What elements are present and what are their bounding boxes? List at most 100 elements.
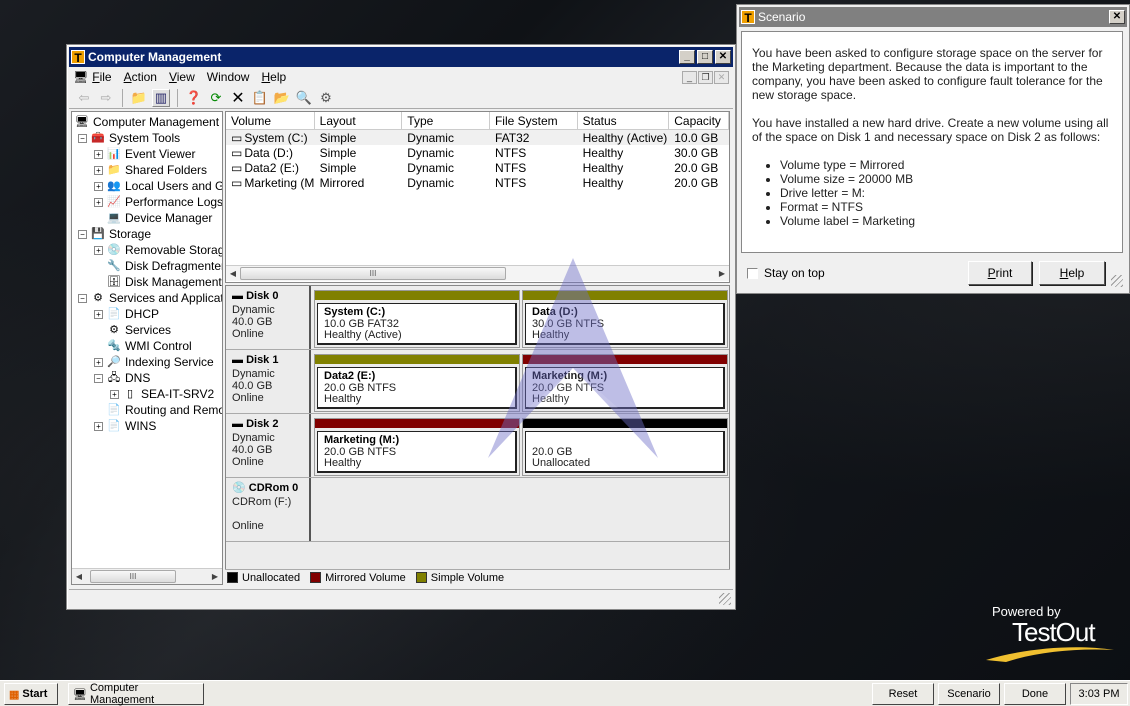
partition-simple[interactable]: Data (D:) 30.0 GB NTFS Healthy	[522, 290, 728, 348]
volume-row[interactable]: ▭ Marketing (M:) Mirrored Dynamic NTFS Health…	[226, 175, 729, 190]
tree-item-computer[interactable]: 🖥 Computer Management (L	[74, 114, 222, 130]
show-hide-tree-icon[interactable]: ▥	[152, 88, 170, 107]
tree-item-performance[interactable]: + 📈 Performance Logs	[94, 194, 222, 210]
resize-grip[interactable]	[1111, 275, 1123, 287]
stay-on-top-checkbox[interactable]: Stay on top	[747, 266, 825, 280]
properties-icon[interactable]: 📋	[251, 89, 269, 107]
open-folder-icon[interactable]: 📂	[273, 89, 291, 107]
close-button[interactable]: ✕	[715, 50, 731, 64]
print-button[interactable]: Print	[968, 261, 1032, 285]
partition-unallocated[interactable]: 20.0 GB Unallocated	[522, 418, 728, 476]
column-status[interactable]: Status	[578, 112, 670, 130]
expand-icon[interactable]: +	[94, 245, 103, 255]
child-restore-button[interactable]: ❐	[698, 70, 713, 84]
tree-item-dhcp[interactable]: + 📄 DHCP	[94, 306, 159, 322]
tree-item-device-manager[interactable]: 💻 Device Manager	[94, 210, 212, 226]
reset-button[interactable]: Reset	[872, 683, 934, 705]
tree-item-storage[interactable]: − 💾 Storage	[78, 226, 151, 242]
close-button[interactable]: ✕	[1109, 10, 1125, 24]
resize-grip[interactable]	[719, 593, 731, 605]
refresh-icon[interactable]: ⟳	[207, 89, 225, 107]
expand-icon[interactable]: +	[94, 181, 103, 191]
column-layout[interactable]: Layout	[315, 112, 403, 130]
tree-item-disk-management[interactable]: 🗄 Disk Management	[94, 274, 222, 290]
volume-row[interactable]: ▭ Data (D:) Simple Dynamic NTFS Healthy 30.0 G…	[226, 145, 729, 160]
tree-item-services[interactable]: ⚙ Services	[94, 322, 171, 338]
expand-icon[interactable]: +	[94, 421, 103, 431]
back-arrow-icon[interactable]: ⇦	[75, 89, 93, 107]
list-horizontal-scrollbar[interactable]: ◀ III ▶	[226, 265, 729, 281]
volume-row[interactable]: ▭ System (C:) Simple Dynamic FAT32 Healthy (A…	[226, 130, 729, 145]
tree-item-server[interactable]: + ▯ SEA-IT-SRV2	[110, 386, 214, 402]
disk-label[interactable]: 💿 CDRom 0 CDRom (F:) Online	[226, 478, 311, 541]
up-one-level-icon[interactable]: 📁	[130, 89, 148, 107]
delete-icon[interactable]: ✕	[229, 89, 247, 107]
tree-horizontal-scrollbar[interactable]: ◀ III ▶	[72, 568, 222, 584]
collapse-icon[interactable]: −	[94, 373, 103, 383]
scroll-thumb[interactable]: III	[240, 267, 506, 280]
disk-label[interactable]: ▬ Disk 0 Dynamic 40.0 GB Online	[226, 286, 311, 349]
tree-item-routing[interactable]: 📄 Routing and Remot	[94, 402, 222, 418]
title-bar[interactable]: T Computer Management _ □ ✕	[69, 47, 733, 67]
tree-item-services-apps[interactable]: − ⚙ Services and Applicatio	[78, 290, 222, 306]
tree-item-wins[interactable]: + 📄 WINS	[94, 418, 156, 434]
maximize-button[interactable]: □	[697, 50, 713, 64]
collapse-icon[interactable]: −	[78, 229, 87, 239]
expand-icon[interactable]: +	[110, 389, 119, 399]
help-button[interactable]: Help	[1039, 261, 1105, 285]
menu-help[interactable]: Help	[261, 70, 286, 84]
taskbar-item-computer-management[interactable]: 🖥 Computer Management	[68, 682, 204, 706]
tree-item-indexing[interactable]: + 🔎 Indexing Service	[94, 354, 214, 370]
scenario-title-bar[interactable]: T Scenario ✕	[739, 7, 1127, 27]
expand-icon[interactable]: +	[94, 149, 103, 159]
tree-item-wmi[interactable]: 🔩 WMI Control	[94, 338, 192, 354]
help-icon[interactable]: ❓	[185, 89, 203, 107]
column-volume[interactable]: Volume	[226, 112, 315, 130]
volume-cell: 10.0 GB	[674, 130, 719, 145]
column-type[interactable]: Type	[402, 112, 490, 130]
checkbox-box[interactable]	[747, 267, 758, 279]
scroll-left-arrow[interactable]: ◀	[72, 572, 86, 581]
settings-icon[interactable]: ⚙	[317, 89, 335, 107]
menu-file[interactable]: File	[92, 70, 111, 84]
start-button[interactable]: ▦ Start	[4, 683, 58, 705]
expand-icon[interactable]: +	[94, 165, 103, 175]
disk-label[interactable]: ▬ Disk 2 Dynamic 40.0 GB Online	[226, 414, 311, 477]
tree-item-shared-folders[interactable]: + 📁 Shared Folders	[94, 162, 207, 178]
tree-item-defragmenter[interactable]: 🔧 Disk Defragmenter	[94, 258, 222, 274]
child-minimize-button[interactable]: _	[682, 70, 697, 84]
menu-action[interactable]: Action	[124, 70, 157, 84]
partition-simple[interactable]: System (C:) 10.0 GB FAT32 Healthy (Active)	[314, 290, 520, 348]
tree-item-users[interactable]: + 👥 Local Users and Gr	[94, 178, 223, 194]
menu-view[interactable]: View	[169, 70, 195, 84]
collapse-icon[interactable]: −	[78, 133, 87, 143]
search-icon[interactable]: 🔍	[295, 89, 313, 107]
tree-item-label: Local Users and Gr	[125, 179, 223, 193]
partition-mirrored[interactable]: Marketing (M:) 20.0 GB NTFS Healthy	[314, 418, 520, 476]
expand-icon[interactable]: +	[94, 357, 103, 367]
scroll-thumb[interactable]: III	[90, 570, 176, 583]
column-file-system[interactable]: File System	[490, 112, 578, 130]
tree-item-event-viewer[interactable]: + 📊 Event Viewer	[94, 146, 195, 162]
child-close-button[interactable]: ✕	[714, 70, 729, 84]
tree-item-removable-storage[interactable]: + 💿 Removable Storage	[94, 242, 222, 258]
done-button[interactable]: Done	[1004, 683, 1066, 705]
tree-item-tools[interactable]: − 🧰 System Tools	[78, 130, 180, 146]
partition-simple[interactable]: Data2 (E:) 20.0 GB NTFS Healthy	[314, 354, 520, 412]
volume-row[interactable]: ▭ Data2 (E:) Simple Dynamic NTFS Healthy 20.0 …	[226, 160, 729, 175]
scroll-left-arrow[interactable]: ◀	[226, 269, 240, 278]
scroll-right-arrow[interactable]: ▶	[715, 269, 729, 278]
menu-window[interactable]: Window	[207, 70, 250, 84]
minimize-button[interactable]: _	[679, 50, 695, 64]
forward-arrow-icon[interactable]: ⇨	[97, 89, 115, 107]
expand-icon[interactable]: +	[94, 309, 103, 319]
scroll-right-arrow[interactable]: ▶	[208, 572, 222, 581]
expand-icon[interactable]: +	[94, 197, 103, 207]
partition-mirrored[interactable]: Marketing (M:) 20.0 GB NTFS Healthy	[522, 354, 728, 412]
collapse-icon[interactable]: −	[78, 293, 87, 303]
scenario-button[interactable]: Scenario	[938, 683, 1000, 705]
disk-label[interactable]: ▬ Disk 1 Dynamic 40.0 GB Online	[226, 350, 311, 413]
volume-cell: Dynamic	[407, 175, 454, 190]
column-capacity[interactable]: Capacity	[669, 112, 729, 130]
tree-item-dns[interactable]: − 🖧 DNS	[94, 370, 150, 386]
